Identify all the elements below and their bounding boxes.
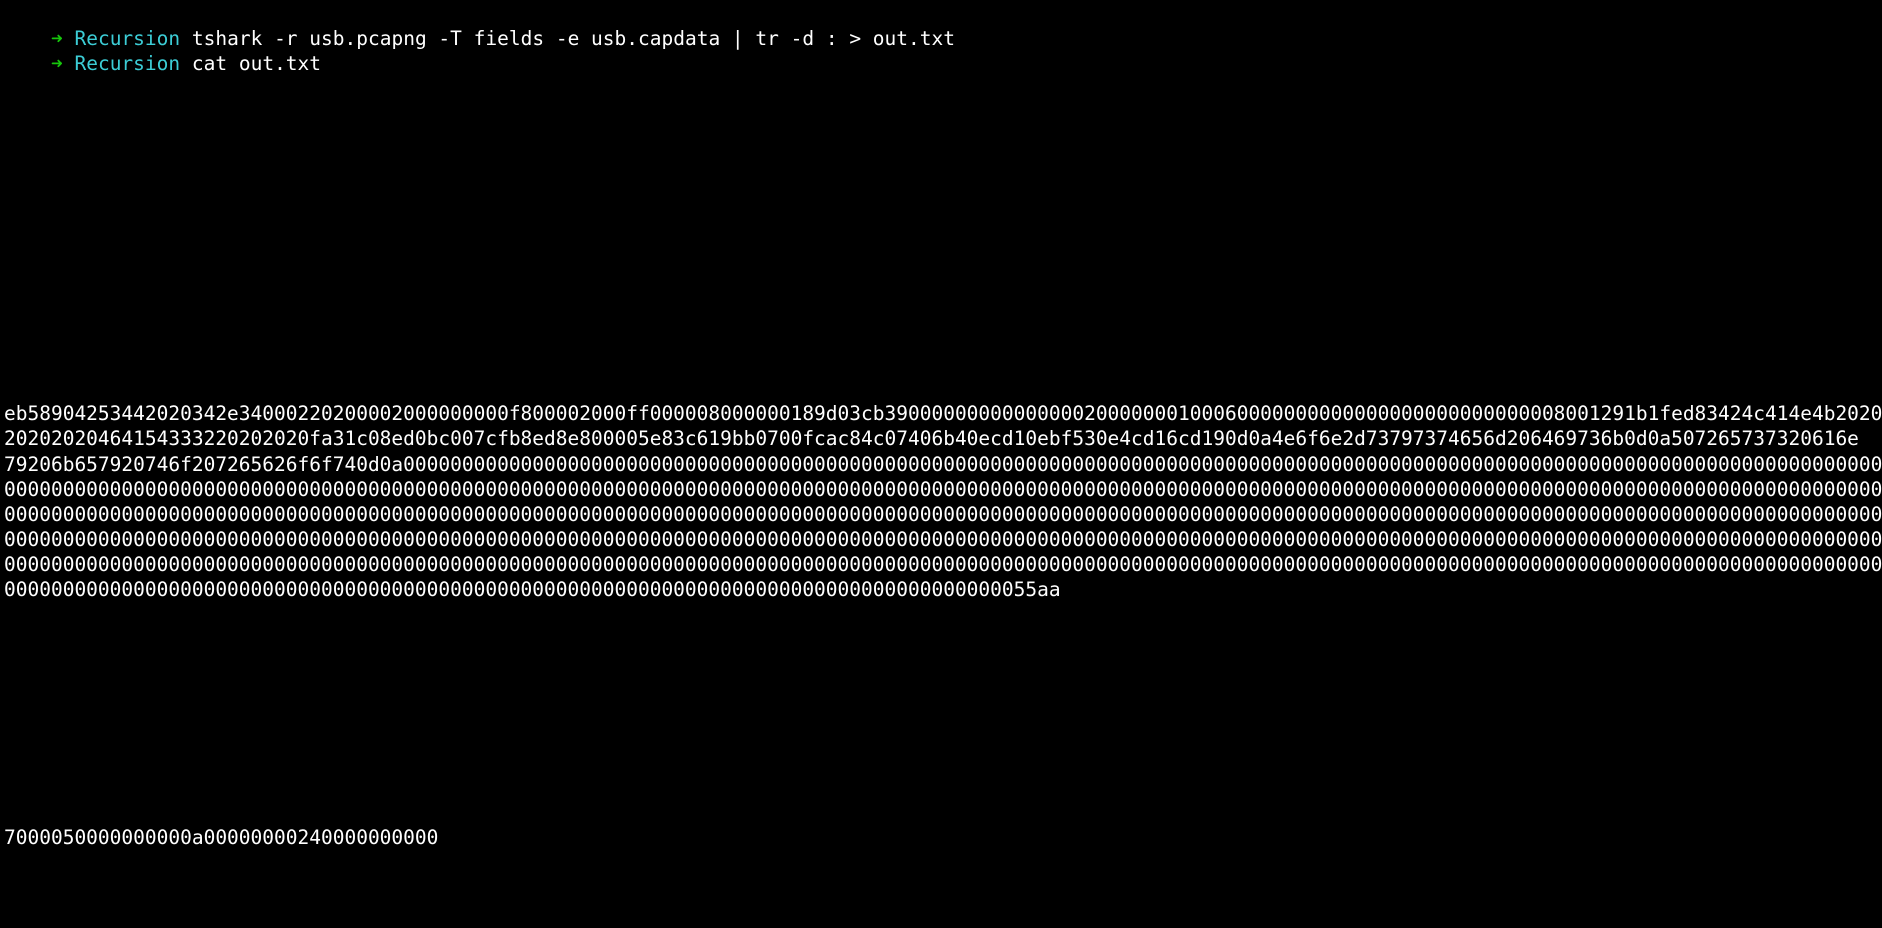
output-line: eb58904253442020342e34000220200002000000… (4, 402, 1882, 425)
command-line-tshark: ➜ Recursion tshark -r usb.pcapng -T fiel… (4, 1, 955, 50)
output-line: 0000000000000000000000000000000000000000… (4, 503, 1882, 526)
prompt-directory: Recursion (74, 52, 181, 75)
prompt-arrow-icon: ➜ (50, 52, 63, 75)
output-line: 20202020464154333220202020fa31c08ed0bc00… (4, 427, 1859, 450)
terminal-window[interactable]: ➜ Recursion tshark -r usb.pcapng -T fiel… (0, 0, 1882, 928)
output-line: 7000050000000000a00000000240000000000 (4, 826, 439, 849)
command-text: cat out.txt (191, 52, 322, 75)
output-line: 0000000000000000000000000000000000000000… (4, 528, 1882, 551)
output-line: 0000000000000000000000000000000000000000… (4, 553, 1882, 576)
output-line: 0000000000000000000000000000000000000000… (4, 478, 1882, 501)
command-line-cat: ➜ Recursion cat out.txt (4, 26, 321, 75)
output-line: 0000000000000000000000000000000000000000… (4, 578, 1061, 601)
output-line: 79206b657920746f207265626f6f740d0a000000… (4, 453, 1882, 476)
